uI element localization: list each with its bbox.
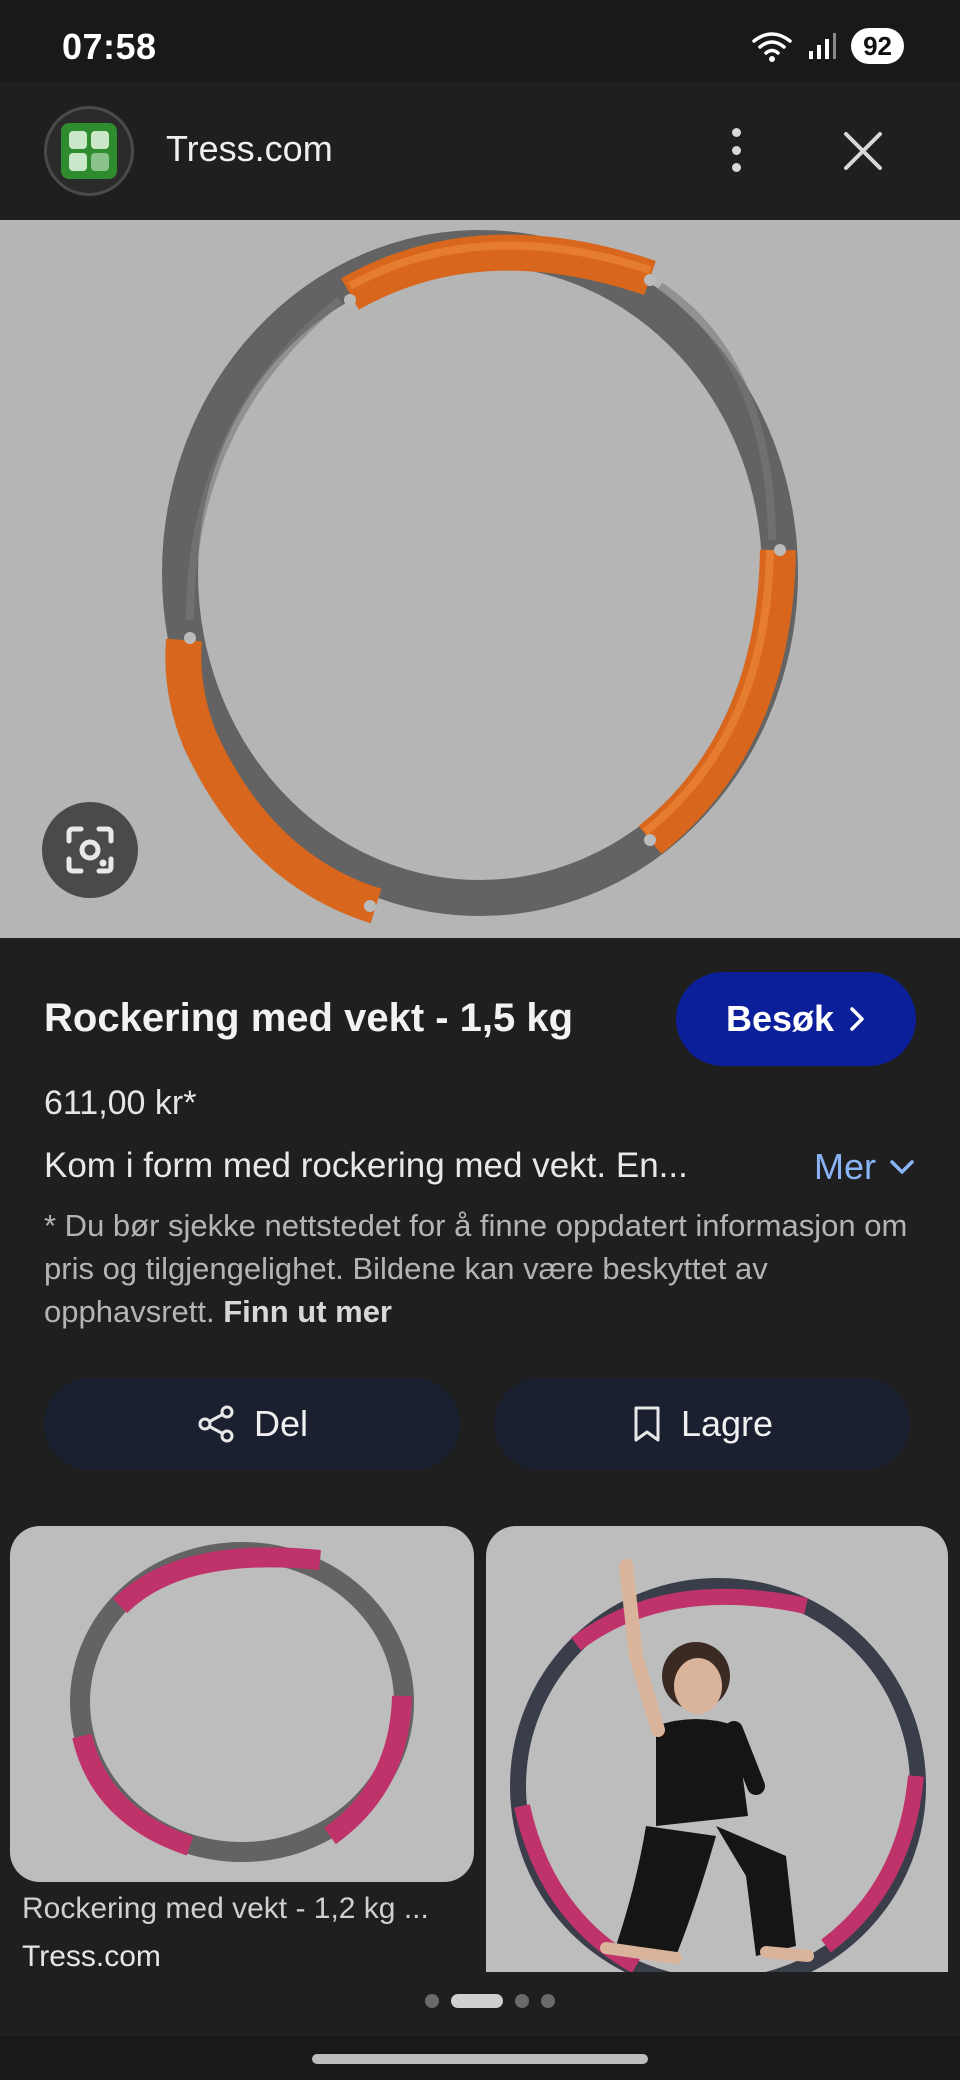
wifi-icon	[752, 32, 792, 62]
bookmark-icon	[634, 1406, 660, 1442]
disclaimer: * Du bør sjekke nettstedet for å finne o…	[44, 1204, 924, 1333]
related-caption[interactable]: Rockering med vekt - 1,2 kg ...	[22, 1892, 429, 1926]
more-button[interactable]: Mer	[814, 1146, 916, 1188]
page-dot-active[interactable]	[451, 1994, 503, 2008]
related-card[interactable]	[486, 1526, 948, 1972]
signal-icon	[809, 33, 837, 59]
visit-button[interactable]: Besøk	[676, 972, 916, 1066]
product-image[interactable]	[0, 220, 960, 938]
share-label: Del	[253, 1403, 309, 1444]
description-row: Kom i form med rockering med vekt. En...…	[44, 1146, 916, 1194]
disclaimer-text: * Du bør sjekke nettstedet for å finne o…	[44, 1208, 908, 1329]
more-vert-icon[interactable]	[714, 122, 758, 178]
home-indicator[interactable]	[312, 2054, 648, 2064]
page-dot[interactable]	[541, 1994, 555, 2008]
related-image	[70, 1542, 414, 1862]
status-icons: 92	[751, 28, 904, 64]
system-nav-bar	[0, 2036, 960, 2080]
related-card[interactable]	[10, 1526, 474, 1882]
learn-more-link[interactable]: Finn ut mer	[223, 1294, 392, 1329]
battery-indicator: 92	[851, 28, 904, 64]
site-title[interactable]: Tress.com	[166, 128, 333, 170]
page-dot[interactable]	[425, 1994, 439, 2008]
chevron-down-icon	[890, 1160, 914, 1174]
share-icon	[198, 1405, 234, 1443]
status-bar: 07:58 92	[0, 0, 960, 82]
product-price: 611,00 kr*	[44, 1084, 197, 1122]
product-description: Kom i form med rockering med vekt. En...	[44, 1146, 688, 1185]
status-time: 07:58	[62, 26, 157, 67]
hula-hoop-image	[162, 230, 798, 924]
viewer-header: Tress.com	[0, 82, 960, 220]
more-label: Mer	[814, 1146, 876, 1187]
product-title: Rockering med vekt - 1,5 kg	[44, 996, 574, 1040]
chevron-right-icon	[850, 1007, 864, 1031]
share-button[interactable]: Del	[44, 1378, 460, 1470]
save-button[interactable]: Lagre	[494, 1378, 910, 1470]
visit-button-label: Besøk	[725, 998, 835, 1039]
pagination-dots	[0, 1994, 960, 2008]
site-logo-icon[interactable]	[44, 106, 134, 196]
page-dot[interactable]	[515, 1994, 529, 2008]
related-image	[510, 1559, 926, 1972]
related-source: Tress.com	[22, 1940, 161, 1973]
google-lens-icon[interactable]	[42, 802, 138, 898]
save-label: Lagre	[680, 1403, 774, 1444]
close-icon[interactable]	[840, 128, 886, 174]
